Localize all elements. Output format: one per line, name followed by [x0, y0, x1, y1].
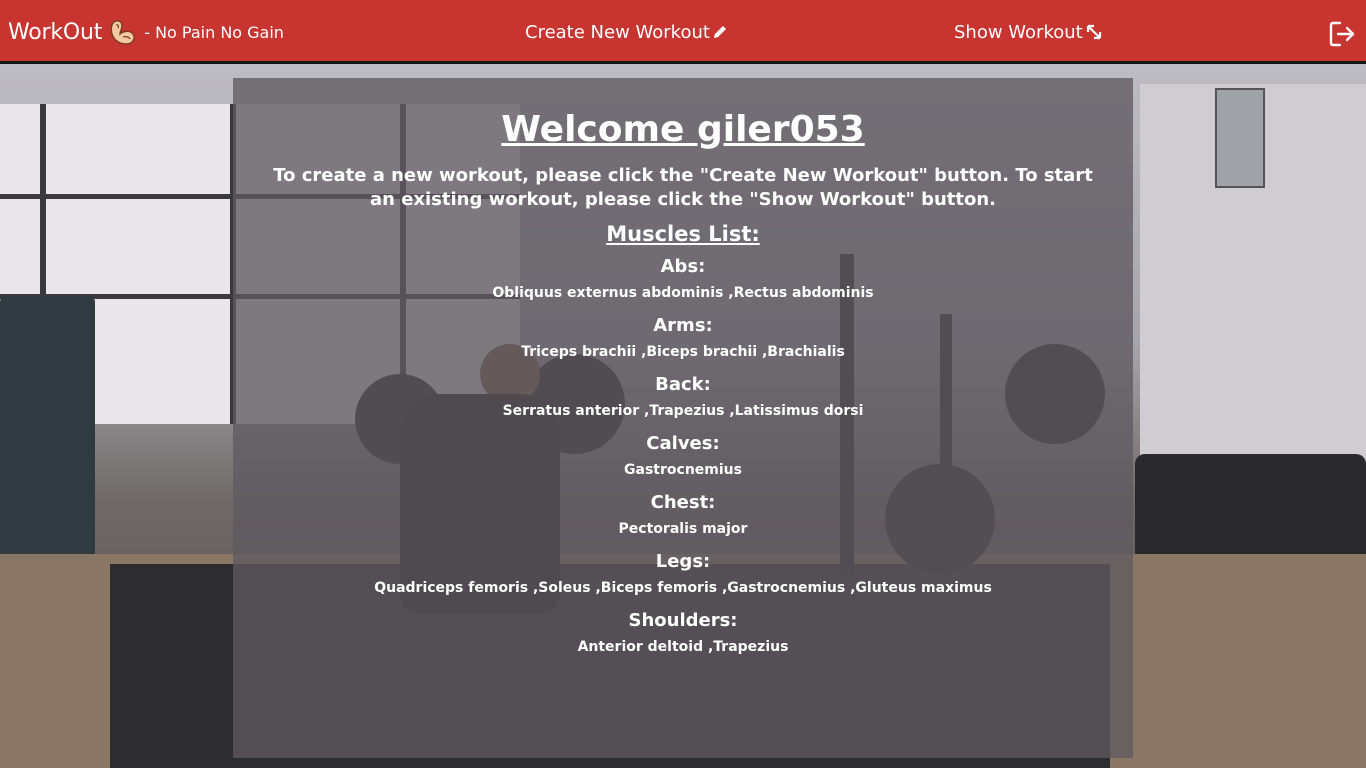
muscle-group-muscles: Serratus anterior ,Trapezius ,Latissimus…: [502, 403, 864, 419]
muscle-group-muscles: Obliquus externus abdominis ,Rectus abdo…: [492, 285, 874, 301]
muscle-group-name: Shoulders:: [628, 610, 738, 631]
welcome-panel: Welcome giler053 To create a new workout…: [233, 78, 1133, 758]
muscle-group-muscles: Triceps brachii ,Biceps brachii ,Brachia…: [521, 344, 845, 360]
muscle-group-muscles: Pectoralis major: [618, 521, 748, 537]
muscle-group-name: Arms:: [653, 315, 713, 336]
brand[interactable]: WorkOut - No Pain No Gain: [8, 0, 284, 64]
muscle-group-arms: Arms: Triceps brachii ,Biceps brachii ,B…: [233, 313, 1133, 372]
muscle-group-muscles: Gastrocnemius: [624, 462, 742, 478]
muscle-group-list: Abs: Obliquus externus abdominis ,Rectus…: [233, 254, 1133, 667]
muscle-group-calves: Calves: Gastrocnemius: [233, 431, 1133, 490]
muscle-group-name: Legs:: [655, 551, 711, 572]
logout-icon[interactable]: [1328, 20, 1356, 48]
muscle-group-muscles: Quadriceps femoris ,Soleus ,Biceps femor…: [374, 580, 992, 596]
show-workout-link[interactable]: Show Workout: [954, 0, 1103, 64]
muscles-list-heading: Muscles List:: [606, 222, 760, 246]
intro-text: To create a new workout, please click th…: [273, 165, 1093, 210]
muscle-group-name: Chest:: [650, 492, 716, 513]
create-new-workout-label: Create New Workout: [525, 21, 710, 43]
show-workout-label: Show Workout: [954, 21, 1083, 43]
brand-subtitle: - No Pain No Gain: [144, 22, 284, 42]
muscle-group-chest: Chest: Pectoralis major: [233, 490, 1133, 549]
muscle-group-name: Abs:: [660, 256, 706, 277]
flexed-arm-icon: [108, 17, 138, 47]
muscle-group-muscles: Anterior deltoid ,Trapezius: [577, 639, 789, 655]
muscle-group-legs: Legs: Quadriceps femoris ,Soleus ,Biceps…: [233, 549, 1133, 608]
brand-title: WorkOut: [8, 19, 103, 45]
top-navbar: WorkOut - No Pain No Gain Create New Wor…: [0, 0, 1366, 64]
welcome-heading: Welcome giler053: [501, 109, 865, 150]
expand-arrows-icon: [1085, 23, 1103, 41]
muscle-group-abs: Abs: Obliquus externus abdominis ,Rectus…: [233, 254, 1133, 313]
muscle-group-shoulders: Shoulders: Anterior deltoid ,Trapezius: [233, 608, 1133, 667]
muscle-group-name: Back:: [655, 374, 711, 395]
create-new-workout-link[interactable]: Create New Workout: [525, 0, 728, 64]
muscle-group-name: Calves:: [646, 433, 720, 454]
pencil-icon: [712, 24, 728, 40]
muscle-group-back: Back: Serratus anterior ,Trapezius ,Lati…: [233, 372, 1133, 431]
